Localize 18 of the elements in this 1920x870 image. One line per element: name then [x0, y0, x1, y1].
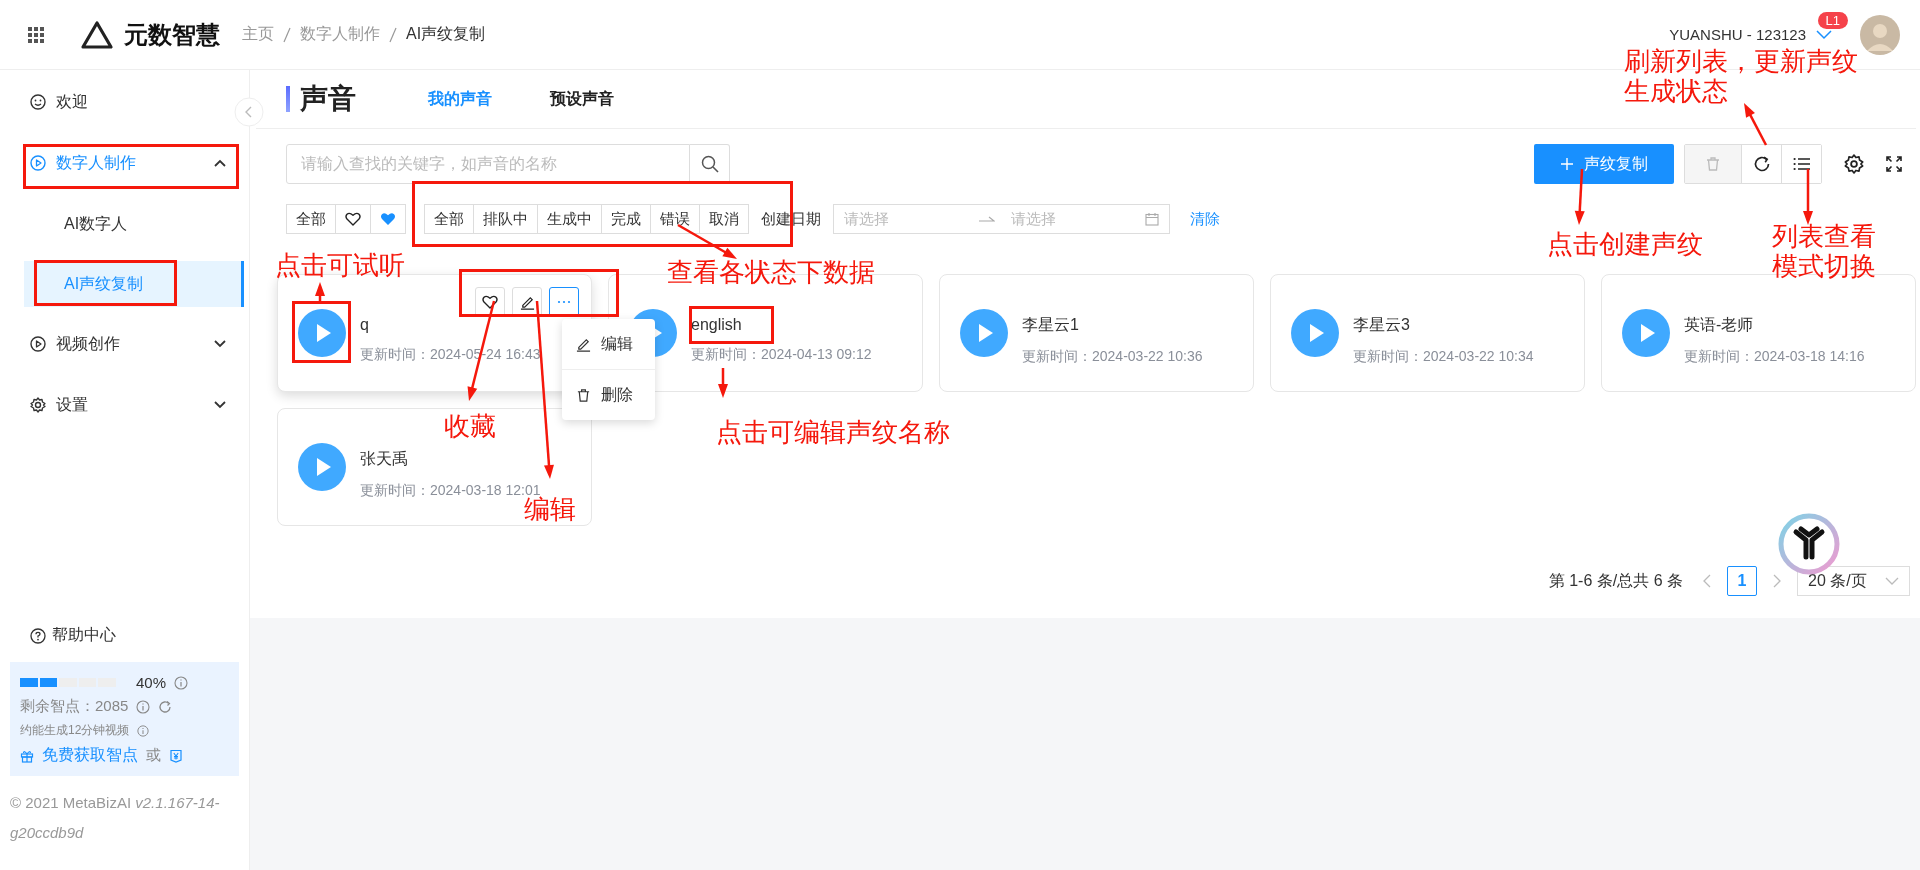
- level-badge: L1: [1817, 11, 1848, 29]
- annotation-text: 点击创建声纹: [1547, 229, 1703, 259]
- update-time: 更新时间：2024-03-22 10:34: [1353, 347, 1534, 366]
- page-title: 声音: [300, 82, 356, 116]
- update-time: 更新时间：2024-03-22 10:36: [1022, 347, 1203, 366]
- update-time: 更新时间：2024-04-13 09:12: [691, 346, 872, 364]
- estimate-text: 约能生成12分钟视频: [20, 722, 130, 739]
- app-name: 元数智慧: [124, 19, 220, 50]
- copyright-text: © 2021 MetaBizAI v2.1.167-14-g20ccdb9d: [10, 793, 221, 843]
- or-text: 或: [146, 746, 161, 765]
- pagination-summary: 第 1-6 条/总共 6 条: [1548, 570, 1683, 591]
- date-label: 创建日期: [761, 209, 821, 229]
- quota-percent: 40%: [136, 674, 167, 691]
- annotation-text: 点击可编辑声纹名称: [716, 417, 950, 447]
- update-time: 更新时间：2024-03-18 14:16: [1684, 347, 1865, 366]
- annotation-text: 刷新列表，更新声纹生成状态: [1624, 46, 1859, 106]
- annotation-text: 编辑: [524, 494, 576, 524]
- remaining-points: 剩余智点：2085: [20, 697, 129, 716]
